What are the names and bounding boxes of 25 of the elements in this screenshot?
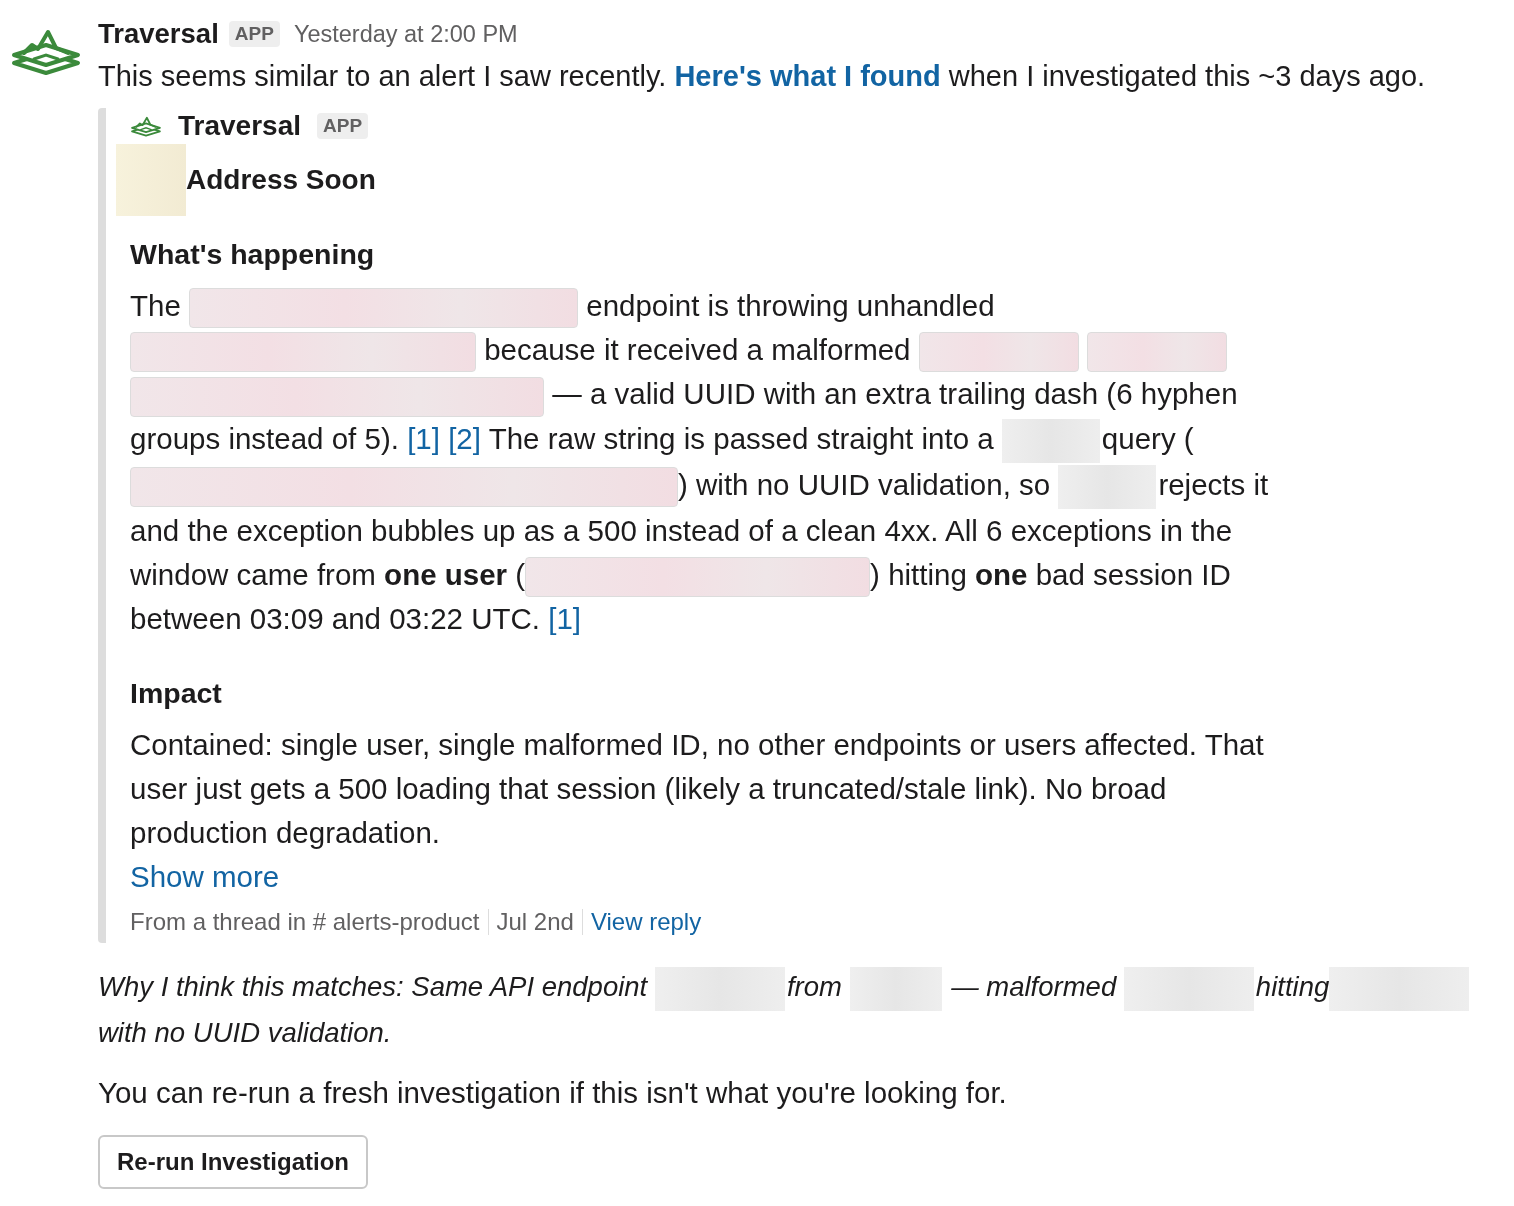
view-reply-link[interactable]: View reply — [590, 908, 702, 937]
mountain-layers-icon — [10, 28, 82, 76]
note-text: You can re-run a fresh investigation if this isn't what you're looking for. — [98, 1074, 1008, 1111]
thread-source: From a thread in # alerts-product — [130, 908, 480, 937]
timestamp[interactable]: Yesterday at 2:00 PM — [293, 20, 518, 48]
app-badge: APP — [228, 21, 280, 47]
show-more-link[interactable]: Show more — [130, 855, 280, 900]
thread-date: Jul 2nd — [496, 908, 574, 937]
sender-name[interactable]: Traversal — [98, 18, 219, 50]
link[interactable]: Here's what I found — [674, 60, 941, 92]
citation-link[interactable]: [2] — [448, 421, 481, 455]
message-text: This seems similar to an alert I saw recently. Here's what I found when I investigated this ~3 days ago. — [98, 59, 1427, 94]
section-heading: Impact — [130, 676, 223, 712]
mountain-layers-icon — [130, 115, 162, 137]
citation-link[interactable]: [1] — [548, 602, 581, 636]
card-title: Address Soon — [116, 144, 1270, 216]
rerun-button[interactable]: Re-run Investigation — [98, 1134, 369, 1189]
app-name: Traversal — [178, 110, 301, 142]
redacted-block — [116, 144, 186, 216]
section-heading: What's happening — [130, 237, 376, 272]
app-badge: APP — [317, 113, 369, 139]
citation-link[interactable]: [1] — [407, 421, 440, 455]
reason-text: Why I think this matches: Same API endpoint from — malformed hitting with no UUID validation. — [98, 965, 1512, 1055]
section-text: Contained: single user, single malformed ID, no other endpoints or users affected. That user just gets a 500 loading that session (likely a truncated/stale link). No broad production degradation. — [130, 727, 1265, 852]
section-text: The endpoint is throwing unhandled because it received a malformed — a valid UUID with an extra trailing dash (6 hyphen groups instead of 5). [1] [2] The raw string is passed straight into a query ( ) with no UUID validation, so rejects it and the exception bubbles up as a 500 instead of a clean 4xx. All 6 exceptions in the window came from one user ( ) hitting one bad session ID between 03:09 and 03:22 UTC. [1] — [130, 287, 1270, 638]
